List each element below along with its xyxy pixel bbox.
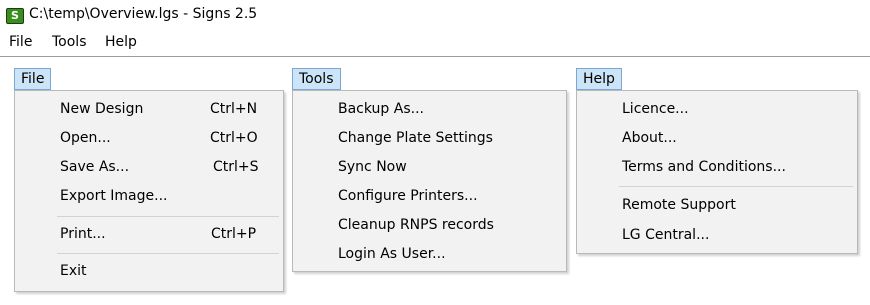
print-shortcut: Ctrl+P <box>211 226 257 242</box>
menu-item-save-as[interactable]: Save As... <box>60 159 129 175</box>
open-shortcut: Ctrl+O <box>210 130 258 146</box>
menu-separator <box>57 253 279 254</box>
menu-item-licence[interactable]: Licence... <box>622 101 689 117</box>
help-menu-dropdown: Licence... About... Terms and Conditions… <box>576 90 858 254</box>
menubar-divider <box>0 56 870 57</box>
menu-item-terms[interactable]: Terms and Conditions... <box>622 159 786 175</box>
menu-separator <box>619 186 853 187</box>
menu-item-login-as-user[interactable]: Login As User... <box>338 246 446 262</box>
menu-item-sync-now[interactable]: Sync Now <box>338 159 407 175</box>
window-title: C:\temp\Overview.lgs - Signs 2.5 <box>29 6 258 22</box>
menu-item-change-plate-settings[interactable]: Change Plate Settings <box>338 130 493 146</box>
menu-item-backup-as[interactable]: Backup As... <box>338 101 424 117</box>
menu-item-print[interactable]: Print... <box>60 226 106 242</box>
app-icon: S <box>6 8 24 24</box>
title-bar: S C:\temp\Overview.lgs - Signs 2.5 <box>0 0 870 30</box>
menu-item-configure-printers[interactable]: Configure Printers... <box>338 188 478 204</box>
tools-menu-dropdown: Backup As... Change Plate Settings Sync … <box>292 90 567 272</box>
menu-item-open[interactable]: Open... <box>60 130 111 146</box>
menu-item-remote-support[interactable]: Remote Support <box>622 197 736 213</box>
menu-item-about[interactable]: About... <box>622 130 677 146</box>
file-menu-dropdown: New Design Ctrl+N Open... Ctrl+O Save As… <box>14 90 284 292</box>
help-menu-header[interactable]: Help <box>576 68 622 90</box>
menu-item-cleanup-rnps[interactable]: Cleanup RNPS records <box>338 217 494 233</box>
menubar-file[interactable]: File <box>9 34 32 50</box>
menu-item-lg-central[interactable]: LG Central... <box>622 227 709 243</box>
menubar-help[interactable]: Help <box>105 34 137 50</box>
menu-item-new-design[interactable]: New Design <box>60 101 143 117</box>
menu-item-export-image[interactable]: Export Image... <box>60 188 167 204</box>
tools-menu-header[interactable]: Tools <box>292 68 341 90</box>
file-menu-header[interactable]: File <box>14 68 52 90</box>
menu-bar: File Tools Help <box>0 30 870 56</box>
new-design-shortcut: Ctrl+N <box>210 101 258 117</box>
menu-separator <box>57 216 279 217</box>
save-as-shortcut: Ctrl+S <box>213 159 259 175</box>
menubar-tools[interactable]: Tools <box>52 34 87 50</box>
menu-item-exit[interactable]: Exit <box>60 263 87 279</box>
